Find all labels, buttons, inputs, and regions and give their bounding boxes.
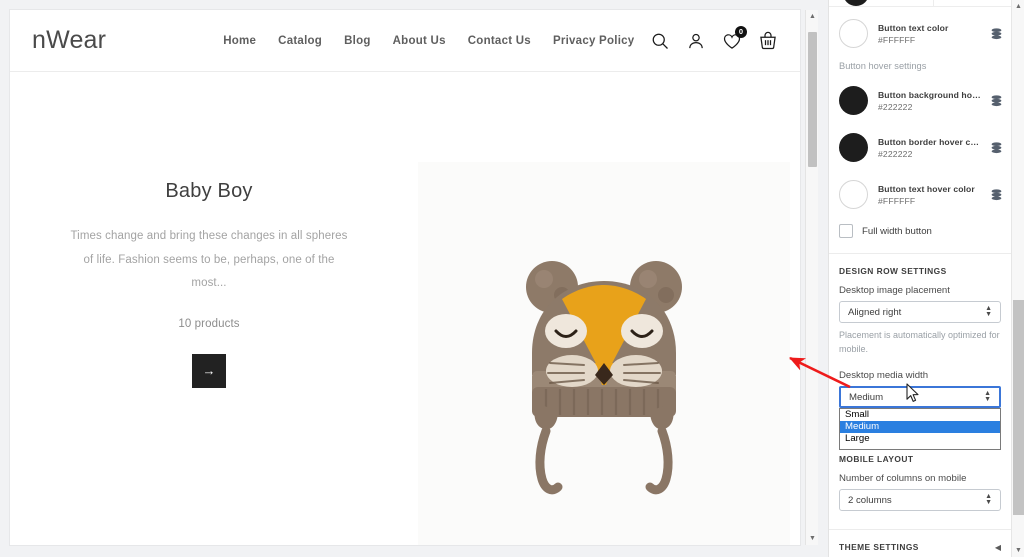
sidebar-scrollbar-thumb[interactable]	[1013, 300, 1024, 515]
scroll-up-arrow-icon[interactable]: ▲	[806, 10, 819, 23]
nav-link-privacy-policy[interactable]: Privacy Policy	[553, 35, 635, 47]
button-hover-settings-label: Button hover settings	[839, 61, 927, 71]
color-value: #FFFFFF	[878, 34, 916, 45]
main-navigation: Home Catalog Blog About Us Contact Us Pr…	[223, 35, 634, 47]
preview-pane: nWear Home Catalog Blog About Us Contact…	[0, 0, 828, 557]
setting-button-background-hover-color[interactable]: Button background hover co... #222222	[829, 77, 1011, 124]
layers-icon[interactable]	[990, 188, 1003, 202]
product-image[interactable]	[418, 162, 790, 545]
sidebar-top-divider-tick	[933, 0, 934, 7]
settings-sidebar: Button text color #FFFFFF Button hover s…	[828, 0, 1024, 557]
full-width-button-checkbox[interactable]	[839, 224, 853, 238]
desktop-media-width-field: Medium ▲ ▼ Small Medium Large	[839, 386, 1001, 450]
row-media-column	[408, 72, 800, 545]
scroll-down-arrow-icon[interactable]: ▼	[1012, 544, 1024, 557]
search-icon[interactable]	[650, 31, 670, 51]
preview-scrollbar-thumb[interactable]	[808, 32, 817, 167]
row-text-column: Baby Boy Times change and bring these ch…	[10, 72, 408, 544]
design-row-settings-title: DESIGN ROW SETTINGS	[839, 266, 947, 276]
color-value: #FFFFFF	[878, 195, 916, 206]
sidebar-scrollbar[interactable]: ▲ ▼	[1011, 0, 1024, 557]
color-swatch[interactable]	[839, 19, 868, 48]
color-label: Button border hover color	[878, 136, 984, 147]
chevron-updown-icon: ▲ ▼	[985, 493, 992, 506]
mobile-columns-value: 2 columns	[848, 494, 892, 506]
knitted-animal-hat-illustration	[526, 261, 682, 495]
color-label: Button background hover co...	[878, 89, 984, 100]
scroll-down-arrow-icon[interactable]: ▼	[806, 532, 819, 545]
setting-button-border-hover-color[interactable]: Button border hover color #222222	[829, 124, 1011, 171]
sidebar-link-theme-settings[interactable]: THEME SETTINGS ◀	[829, 529, 1011, 557]
color-swatch[interactable]	[839, 133, 868, 162]
wishlist-count-badge: 0	[735, 25, 747, 38]
color-meta: Button background hover co... #222222	[878, 90, 984, 112]
nav-link-blog[interactable]: Blog	[344, 35, 371, 47]
dropdown-option-medium[interactable]: Medium	[840, 421, 1000, 433]
design-row-section: Baby Boy Times change and bring these ch…	[10, 72, 800, 545]
row-cta-button[interactable]: →	[192, 353, 226, 388]
row-title: Baby Boy	[165, 180, 253, 202]
desktop-media-width-dropdown-list[interactable]: Small Medium Large	[839, 408, 1001, 450]
desktop-media-width-select[interactable]: Medium ▲ ▼	[839, 386, 1001, 408]
desktop-media-width-label: Desktop media width	[839, 370, 929, 381]
scroll-up-arrow-icon[interactable]: ▲	[1012, 0, 1024, 13]
nav-link-contact-us[interactable]: Contact Us	[468, 35, 531, 47]
mobile-columns-label: Number of columns on mobile	[839, 473, 967, 484]
color-swatch[interactable]	[839, 86, 868, 115]
preview-scrollbar[interactable]: ▲ ▼	[805, 10, 818, 545]
setting-full-width-button[interactable]: Full width button	[829, 218, 1011, 244]
desktop-image-placement-label: Desktop image placement	[839, 285, 950, 296]
dropdown-option-large[interactable]: Large	[840, 433, 1000, 445]
chevron-updown-icon: ▲ ▼	[984, 390, 991, 403]
color-meta: Button text color #FFFFFF	[878, 23, 984, 45]
color-value: #222222	[878, 101, 913, 112]
theme-editor-screen: nWear Home Catalog Blog About Us Contact…	[0, 0, 1024, 557]
chevron-updown-icon: ▲ ▼	[985, 305, 992, 318]
header-icon-group: 0	[650, 25, 778, 51]
color-label: Button text hover color	[878, 183, 975, 194]
color-value: #222222	[878, 148, 913, 159]
nav-link-about-us[interactable]: About Us	[393, 35, 446, 47]
desktop-image-placement-value: Aligned right	[848, 306, 902, 318]
mobile-columns-field: 2 columns ▲ ▼	[839, 489, 1001, 511]
dropdown-option-small[interactable]: Small	[840, 409, 1000, 421]
theme-settings-label: THEME SETTINGS	[839, 542, 919, 552]
desktop-media-width-value: Medium	[849, 391, 884, 403]
desktop-image-placement-help: Placement is automatically optimized for…	[839, 330, 1000, 354]
mobile-columns-select[interactable]: 2 columns ▲ ▼	[839, 489, 1001, 511]
storefront-preview-frame[interactable]: nWear Home Catalog Blog About Us Contact…	[10, 10, 800, 545]
full-width-button-label: Full width button	[862, 225, 932, 237]
row-product-count: 10 products	[178, 317, 240, 330]
settings-sidebar-content: Button text color #FFFFFF Button hover s…	[829, 0, 1011, 557]
nav-link-catalog[interactable]: Catalog	[278, 35, 322, 47]
layers-icon[interactable]	[990, 94, 1003, 108]
dropdown-padding	[840, 445, 1000, 449]
account-icon[interactable]	[686, 31, 706, 51]
color-meta: Button text hover color #FFFFFF	[878, 184, 984, 206]
setting-button-text-hover-color[interactable]: Button text hover color #FFFFFF	[829, 171, 1011, 218]
sidebar-top-divider	[829, 6, 1011, 7]
chevron-left-icon: ◀	[994, 542, 1001, 552]
color-meta: Button border hover color #222222	[878, 137, 984, 159]
layers-icon[interactable]	[990, 27, 1003, 41]
site-logo[interactable]: nWear	[32, 26, 106, 55]
cart-icon[interactable]	[758, 31, 778, 51]
desktop-image-placement-field: Aligned right ▲ ▼	[839, 301, 1001, 323]
setting-button-text-color[interactable]: Button text color #FFFFFF	[829, 10, 1011, 57]
color-label: Button text color	[878, 22, 949, 33]
wishlist-icon[interactable]: 0	[722, 25, 747, 51]
desktop-image-placement-select[interactable]: Aligned right ▲ ▼	[839, 301, 1001, 323]
nav-link-home[interactable]: Home	[223, 35, 256, 47]
site-header: nWear Home Catalog Blog About Us Contact…	[10, 10, 800, 72]
color-swatch[interactable]	[839, 180, 868, 209]
row-description: Times change and bring these changes in …	[70, 230, 348, 290]
layers-icon[interactable]	[990, 141, 1003, 155]
